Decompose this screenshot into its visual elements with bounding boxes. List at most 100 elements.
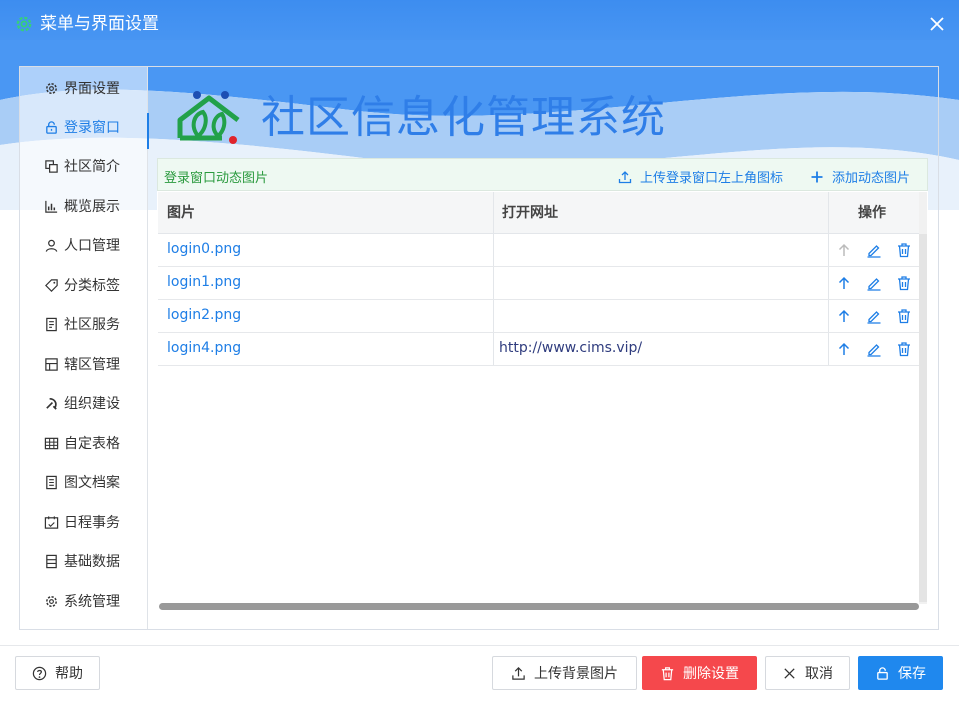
table-icon (44, 437, 59, 449)
table-row[interactable]: login0.png (158, 234, 919, 267)
table-row[interactable]: login1.png (158, 267, 919, 300)
sidebar-item-label: 辖区管理 (64, 357, 120, 373)
delete-icon[interactable] (896, 242, 912, 258)
sidebar-item-login-window[interactable]: 登录窗口 (20, 109, 149, 149)
sidebar-item-label: 社区服务 (64, 317, 120, 333)
login-images-panel: 登录窗口动态图片 上传登录窗口左上角图标 添加动态图片 图片 打开网址 操作 l… (157, 158, 928, 612)
panel-title: 登录窗口动态图片 (164, 171, 269, 186)
save-button[interactable]: 保存 (858, 656, 943, 690)
plus-icon (811, 171, 823, 182)
delete-icon[interactable] (896, 308, 912, 324)
image-file-link[interactable]: login2.png (167, 307, 241, 323)
gear-icon (46, 595, 57, 607)
document-icon (46, 475, 57, 489)
cancel-label: 取消 (805, 666, 833, 682)
sidebar-item-overview[interactable]: 概览展示 (20, 188, 148, 224)
sidebar-item-label: 系统管理 (64, 594, 120, 610)
party-icon (46, 397, 57, 410)
sidebar-item-community-intro[interactable]: 社区简介 (20, 148, 148, 184)
service-icon (46, 317, 57, 331)
close-icon (784, 667, 795, 679)
user-icon (45, 239, 58, 252)
sidebar-item-organization[interactable]: 组织建设 (20, 385, 148, 421)
window-title: 菜单与界面设置 (40, 14, 159, 34)
sidebar-item-population[interactable]: 人口管理 (20, 227, 148, 263)
panel-header: 登录窗口动态图片 上传登录窗口左上角图标 添加动态图片 (157, 158, 928, 191)
column-header-image: 图片 (167, 205, 195, 221)
add-dynamic-image-button[interactable]: 添加动态图片 (810, 167, 910, 186)
sidebar-item-archives[interactable]: 图文档案 (20, 464, 148, 500)
bar-chart-icon (45, 200, 58, 213)
edit-icon[interactable] (866, 242, 882, 258)
delete-settings-label: 删除设置 (683, 666, 739, 682)
sidebar-item-tags[interactable]: 分类标签 (20, 267, 148, 303)
edit-icon[interactable] (866, 308, 882, 324)
help-label: 帮助 (55, 666, 83, 682)
sidebar: 界面设置 登录窗口 社区简介 概览展示 人口管理 分类标签 社区服务 辖区管理 … (20, 67, 149, 629)
tag-icon (45, 278, 58, 292)
arrow-up-icon[interactable] (836, 308, 852, 324)
upload-corner-icon-button[interactable]: 上传登录窗口左上角图标 (618, 167, 783, 186)
sidebar-item-district[interactable]: 辖区管理 (20, 346, 148, 382)
edit-icon[interactable] (866, 341, 882, 357)
help-button[interactable]: 帮助 (15, 656, 100, 690)
image-file-link[interactable]: login4.png (167, 340, 241, 356)
save-label: 保存 (898, 666, 926, 682)
edit-icon[interactable] (866, 275, 882, 291)
database-icon (46, 554, 57, 568)
vertical-scrollbar[interactable] (919, 192, 927, 604)
footer-divider (0, 645, 959, 646)
delete-icon[interactable] (896, 341, 912, 357)
image-file-link[interactable]: login0.png (167, 241, 241, 257)
sidebar-item-community-service[interactable]: 社区服务 (20, 306, 148, 342)
arrow-up-icon[interactable] (836, 341, 852, 357)
column-header-actions: 操作 (858, 205, 886, 221)
gear-icon (46, 82, 57, 94)
delete-icon[interactable] (896, 275, 912, 291)
upload-icon (618, 170, 632, 183)
sidebar-item-label: 社区简介 (64, 159, 120, 175)
table-row[interactable]: login2.png (158, 300, 919, 333)
sidebar-item-system[interactable]: 系统管理 (20, 583, 148, 619)
sidebar-item-label: 概览展示 (64, 199, 120, 215)
upload-corner-icon-label: 上传登录窗口左上角图标 (640, 171, 784, 186)
arrow-up-icon[interactable] (836, 275, 852, 291)
app-title: 社区信息化管理系统 (261, 92, 666, 143)
vertical-scrollbar-thumb[interactable] (919, 234, 927, 602)
sidebar-item-schedule[interactable]: 日程事务 (20, 504, 148, 540)
close-icon[interactable] (926, 13, 948, 35)
cancel-button[interactable]: 取消 (765, 656, 850, 690)
image-file-link[interactable]: login1.png (167, 274, 241, 290)
sidebar-item-label: 自定表格 (64, 436, 120, 452)
open-url-cell: http://www.cims.vip/ (499, 340, 643, 356)
horizontal-scrollbar[interactable] (159, 603, 919, 610)
app-logo (177, 91, 240, 144)
sidebar-item-label: 日程事务 (64, 515, 120, 531)
add-dynamic-image-label: 添加动态图片 (832, 171, 911, 186)
sidebar-item-label: 分类标签 (64, 278, 120, 294)
trash-icon (661, 666, 674, 680)
sidebar-item-base-data[interactable]: 基础数据 (20, 543, 148, 579)
sidebar-item-label: 图文档案 (64, 475, 120, 491)
arrow-up-icon (838, 243, 850, 256)
lock-icon (877, 666, 888, 680)
copy-icon (45, 159, 58, 173)
sidebar-item-label: 人口管理 (64, 238, 120, 254)
lock-icon (46, 120, 57, 134)
district-icon (45, 357, 58, 371)
sidebar-item-label: 界面设置 (64, 81, 120, 97)
sidebar-item-label: 基础数据 (64, 554, 120, 570)
sidebar-item-custom-table[interactable]: 自定表格 (20, 425, 148, 461)
upload-background-label: 上传背景图片 (534, 666, 618, 682)
sidebar-item-label: 登录窗口 (64, 120, 120, 136)
table-row[interactable]: login4.png http://www.cims.vip/ (158, 333, 919, 366)
delete-settings-button[interactable]: 删除设置 (642, 656, 757, 690)
upload-background-button[interactable]: 上传背景图片 (492, 656, 637, 690)
column-header-url: 打开网址 (502, 205, 558, 221)
upload-icon (512, 666, 525, 680)
sidebar-item-label: 组织建设 (64, 396, 120, 412)
calendar-icon (44, 515, 59, 529)
gear-icon (16, 16, 32, 32)
question-icon (32, 666, 47, 680)
sidebar-item-ui-settings[interactable]: 界面设置 (20, 70, 148, 106)
